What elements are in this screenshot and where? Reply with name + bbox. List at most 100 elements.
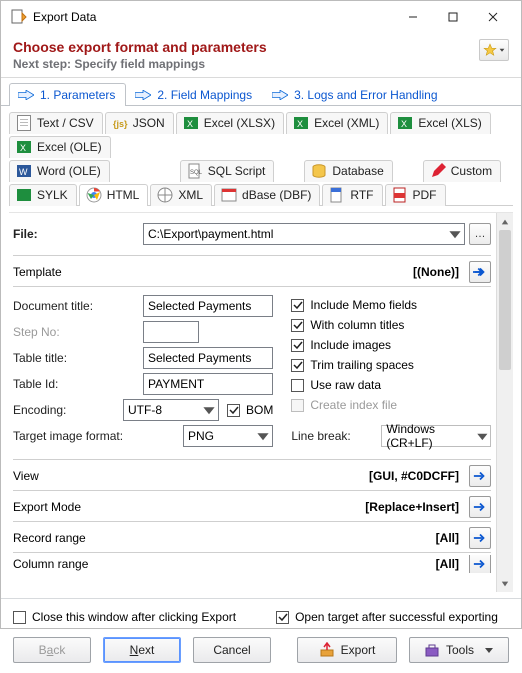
- encoding-combo[interactable]: UTF-8: [123, 399, 219, 421]
- fmt-dbase[interactable]: dBase (DBF): [214, 184, 320, 206]
- svg-text:X: X: [20, 143, 26, 153]
- tab-logs-error[interactable]: 3. Logs and Error Handling: [263, 83, 448, 106]
- tab-field-mappings[interactable]: 2. Field Mappings: [126, 83, 263, 106]
- chk-open-after-export[interactable]: Open target after successful exporting: [276, 607, 498, 627]
- tab-label: 1. Parameters: [40, 88, 115, 102]
- parameters-panel: File: C:\Export\payment.html … Template …: [9, 212, 513, 592]
- fmt-html[interactable]: HTML: [79, 184, 149, 206]
- excel-icon: X: [183, 115, 199, 131]
- record-range-label: Record range: [13, 531, 143, 545]
- column-range-expand-button[interactable]: [469, 555, 491, 573]
- tab-parameters[interactable]: 1. Parameters: [9, 83, 126, 106]
- chk-include-memo[interactable]: Include Memo fields: [291, 295, 491, 315]
- cancel-button[interactable]: Cancel: [193, 637, 271, 663]
- scroll-thumb[interactable]: [499, 230, 511, 370]
- arrow-right-icon: [272, 90, 288, 100]
- excel-icon: X: [397, 115, 413, 131]
- view-expand-button[interactable]: [469, 465, 491, 487]
- fmt-excel-xlsx[interactable]: XExcel (XLSX): [176, 112, 284, 134]
- minimize-button[interactable]: [393, 3, 433, 31]
- app-icon: [11, 9, 27, 25]
- chk-trim-spaces[interactable]: Trim trailing spaces: [291, 355, 491, 375]
- svg-text:X: X: [401, 119, 407, 129]
- next-button[interactable]: Next: [103, 637, 181, 663]
- template-value: [(None)]: [143, 265, 465, 279]
- chevron-down-icon: [499, 47, 505, 53]
- fmt-sylk[interactable]: SYLK: [9, 184, 77, 206]
- title-bar: Export Data: [1, 1, 521, 33]
- excel-icon: X: [293, 115, 309, 131]
- table-title-label: Table title:: [13, 351, 143, 365]
- toolbox-icon: [424, 642, 440, 658]
- maximize-button[interactable]: [433, 3, 473, 31]
- word-icon: W: [16, 163, 32, 179]
- fmt-database[interactable]: Database: [304, 160, 392, 182]
- export-mode-expand-button[interactable]: [469, 496, 491, 518]
- doc-title-input[interactable]: [143, 295, 273, 317]
- target-img-combo[interactable]: PNG: [183, 425, 273, 447]
- chk-include-images[interactable]: Include images: [291, 335, 491, 355]
- target-img-label: Target image format:: [13, 429, 183, 443]
- template-expand-button[interactable]: [469, 261, 491, 283]
- chevron-down-icon: [202, 403, 216, 417]
- back-button[interactable]: Back: [13, 637, 91, 663]
- doc-title-label: Document title:: [13, 299, 143, 313]
- svg-text:W: W: [19, 167, 28, 177]
- pdf-icon: [392, 187, 408, 203]
- export-button[interactable]: Export: [297, 637, 397, 663]
- format-tabs: Text / CSV {js}JSON XExcel (XLSX) XExcel…: [1, 106, 521, 206]
- chrome-icon: [86, 187, 102, 203]
- footer-buttons: Back Next Cancel Export Tools: [1, 633, 521, 673]
- template-label: Template: [13, 265, 143, 279]
- page-title: Choose export format and parameters: [13, 39, 479, 55]
- vertical-scrollbar[interactable]: [496, 213, 513, 592]
- tab-label: 3. Logs and Error Handling: [294, 88, 437, 102]
- fmt-sql-script[interactable]: SQLSQL Script: [180, 160, 275, 182]
- table-id-input[interactable]: [143, 373, 273, 395]
- record-range-expand-button[interactable]: [469, 527, 491, 549]
- record-range-value: [All]: [143, 531, 465, 545]
- fmt-text-csv[interactable]: Text / CSV: [9, 112, 103, 134]
- column-range-label: Column range: [13, 557, 143, 571]
- chk-create-index: Create index file: [291, 395, 491, 415]
- file-browse-button[interactable]: …: [469, 223, 491, 245]
- scroll-down-button[interactable]: [497, 575, 513, 592]
- bom-checkbox[interactable]: BOM: [227, 400, 273, 420]
- fmt-custom[interactable]: Custom: [423, 160, 501, 182]
- scroll-up-button[interactable]: [497, 213, 513, 230]
- step-no-input[interactable]: [143, 321, 199, 343]
- dbf-icon: [221, 187, 237, 203]
- chk-use-raw[interactable]: Use raw data: [291, 375, 491, 395]
- column-range-value: [All]: [143, 557, 465, 571]
- page-subtitle: Next step: Specify field mappings: [13, 57, 479, 71]
- view-label: View: [13, 469, 143, 483]
- fmt-json[interactable]: {js}JSON: [105, 112, 174, 134]
- export-icon: [319, 642, 335, 658]
- sheet-icon: [16, 187, 32, 203]
- fmt-xml[interactable]: XML: [150, 184, 212, 206]
- linebreak-combo[interactable]: Windows (CR+LF): [381, 425, 491, 447]
- star-icon: [483, 43, 497, 57]
- file-combo[interactable]: C:\Export\payment.html: [143, 223, 465, 245]
- view-value: [GUI, #C0DCFF]: [143, 469, 465, 483]
- fmt-pdf[interactable]: PDF: [385, 184, 446, 206]
- fmt-excel-ole[interactable]: XExcel (OLE): [9, 136, 111, 158]
- text-icon: [16, 115, 32, 131]
- window-title: Export Data: [33, 10, 96, 24]
- fmt-excel-xls[interactable]: XExcel (XLS): [390, 112, 490, 134]
- chk-col-titles[interactable]: With column titles: [291, 315, 491, 335]
- fmt-word-ole[interactable]: WWord (OLE): [9, 160, 110, 182]
- close-button[interactable]: [473, 3, 513, 31]
- chk-close-after-export[interactable]: Close this window after clicking Export: [13, 607, 236, 627]
- table-title-input[interactable]: [143, 347, 273, 369]
- tools-button[interactable]: Tools: [409, 637, 509, 663]
- fmt-excel-xml[interactable]: XExcel (XML): [286, 112, 388, 134]
- fmt-rtf[interactable]: RTF: [322, 184, 382, 206]
- svg-text:{js}: {js}: [113, 119, 128, 129]
- scroll-track[interactable]: [497, 230, 513, 575]
- step-no-label: Step No:: [13, 325, 143, 339]
- export-mode-label: Export Mode: [13, 500, 143, 514]
- file-value: C:\Export\payment.html: [148, 227, 273, 241]
- arrow-right-icon: [18, 90, 34, 100]
- favorites-button[interactable]: [479, 39, 509, 61]
